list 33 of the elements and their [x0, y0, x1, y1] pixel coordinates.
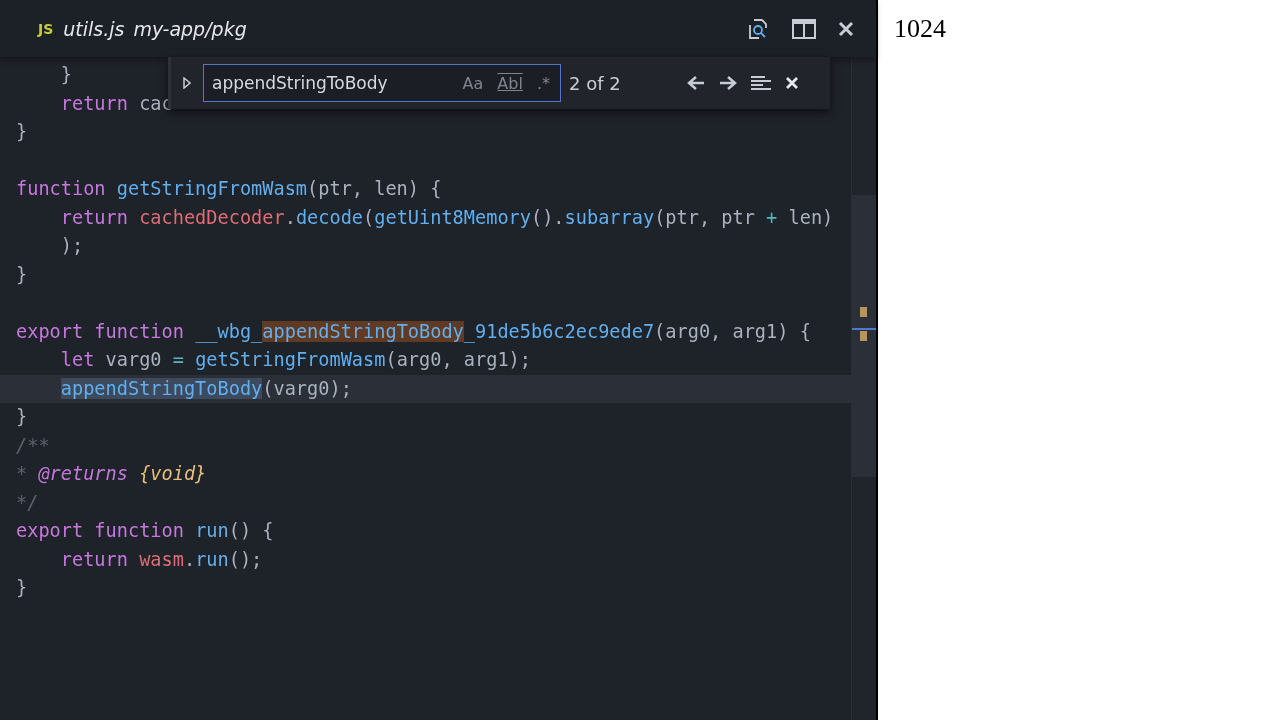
code-line: export function run() { [16, 519, 274, 543]
code-line: */ [16, 490, 39, 515]
search-option-toggle[interactable]: Abl [495, 73, 525, 93]
arrow-left-icon[interactable] [686, 75, 705, 91]
arrow-right-icon[interactable] [718, 75, 737, 91]
code-line: } [16, 576, 28, 600]
close-icon[interactable] [838, 20, 854, 37]
search-option-toggle[interactable]: .* [534, 73, 552, 93]
scrollbar[interactable] [851, 57, 876, 720]
code-line: return cachedDecoder.decode(getUint8Memory().subarray(ptr, ptr + len) [59, 205, 834, 230]
code-line: export function __wbg_appendStringToBody_91de5b6c2ec9ede7(arg0, arg1) { [16, 319, 811, 345]
code-line: * @returns {void} [16, 462, 207, 486]
file-type-label: JS [38, 20, 54, 37]
code-line: return wasm.run(); [59, 547, 263, 572]
split-view-icon[interactable] [792, 17, 816, 40]
find-input-field[interactable]: appendStringToBody Aa Abl .* [203, 64, 561, 102]
code-line: /** [16, 433, 50, 458]
code-line: let varg0 = getStringFromWasm(arg0, arg1); [59, 348, 531, 372]
code-line: } [16, 262, 28, 287]
code-line: function getStringFromWasm(ptr, len) { [16, 177, 442, 201]
code-line: } [16, 405, 28, 429]
lines-icon[interactable] [750, 75, 771, 91]
code-line: } [59, 63, 72, 87]
search-file-icon[interactable] [746, 16, 770, 41]
close-icon[interactable] [784, 76, 799, 90]
file-name: utils.js [63, 17, 125, 40]
code-line: ); [59, 234, 84, 258]
code-line: } [16, 120, 28, 144]
output-text: 1024 [894, 14, 946, 43]
match-count: 2 of 2 [569, 72, 621, 94]
file-path: my-app/pkg [133, 17, 247, 40]
search-option-toggle[interactable]: Aa [460, 73, 486, 93]
expand-icon[interactable] [183, 77, 191, 89]
